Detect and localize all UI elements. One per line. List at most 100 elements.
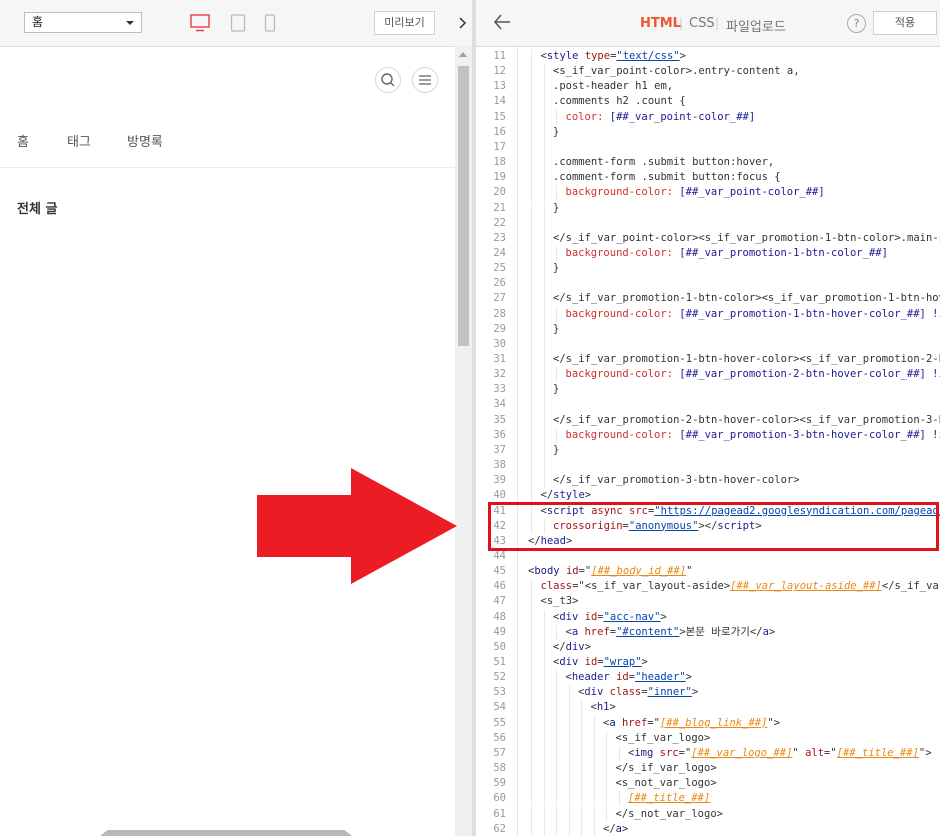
preview-button[interactable]: 미리보기 xyxy=(374,11,435,35)
code-line[interactable]: [##_title_##] xyxy=(628,791,710,806)
code-line[interactable]: } xyxy=(553,322,559,337)
code-line[interactable]: </s_if_var_promotion-2-btn-hover-color><… xyxy=(553,413,940,428)
apply-button[interactable]: 적용 xyxy=(873,11,937,35)
indent-guide xyxy=(543,609,545,625)
code-line[interactable]: <img src="[##_var_logo_##]" alt="[##_tit… xyxy=(628,746,932,761)
code-line[interactable]: .comment-form .submit button:focus { xyxy=(553,170,781,185)
code-line[interactable]: background-color: [##_var_point-color_##… xyxy=(566,185,825,200)
code-line[interactable]: </s_if_var_promotion-1-btn-color><s_if_v… xyxy=(553,291,940,306)
code-line[interactable]: <s_if_var_logo> xyxy=(616,731,711,746)
code-line[interactable]: } xyxy=(553,125,559,140)
indent-guide xyxy=(543,745,545,762)
search-button[interactable] xyxy=(375,67,401,93)
code-line[interactable]: <a href="[##_blog_link_##]"> xyxy=(603,716,780,731)
code-editor[interactable]: 11 12 13 14 15 16 17 18 19 20 21 22 23 24 25 26 27 28 29 30… xyxy=(476,47,940,836)
code-line[interactable]: } xyxy=(553,443,559,458)
scroll-up-icon[interactable] xyxy=(459,52,467,57)
code-line[interactable]: .post-header h1 em, xyxy=(553,79,673,94)
indent-guide xyxy=(556,821,557,836)
indent-guide xyxy=(531,473,532,489)
indent-guide xyxy=(531,245,532,262)
code-line[interactable]: </s_if_var_promotion-1-btn-hover-color><… xyxy=(553,352,940,367)
indent-guide xyxy=(543,655,545,671)
tab-file-upload[interactable]: 파일업로드 xyxy=(726,16,786,35)
code-line[interactable]: .comments h2 .count { xyxy=(553,94,686,109)
indent-guide xyxy=(531,806,532,822)
indent-guide xyxy=(556,306,557,322)
code-token: [##_var_promotion-2-btn-hover-color_##] … xyxy=(679,368,940,381)
line-number: 33 xyxy=(493,383,506,396)
indent-guide xyxy=(543,321,545,337)
tablet-icon[interactable] xyxy=(230,14,246,32)
horizontal-scrollbar-thumb[interactable] xyxy=(100,830,352,836)
code-line[interactable]: color: [##_var_point-color_##] xyxy=(566,110,756,125)
code-token: href xyxy=(621,716,648,729)
code-token: .comments h2 .count { xyxy=(553,95,686,108)
indent-guide xyxy=(531,776,532,792)
code-line[interactable]: </s_if_var_logo> xyxy=(616,761,717,776)
code-line[interactable]: <header id="header"> xyxy=(566,670,692,685)
back-arrow-icon[interactable] xyxy=(493,13,511,31)
code-line[interactable]: <h1> xyxy=(591,700,616,715)
code-line[interactable]: } xyxy=(553,201,559,216)
indent-guide xyxy=(531,382,532,398)
code-line[interactable]: <div class="inner"> xyxy=(578,685,698,700)
code-line[interactable]: <style type="text/css"> xyxy=(541,49,686,64)
code-token: </ xyxy=(540,489,554,502)
code-token: [##_title_##] xyxy=(836,746,919,759)
line-number: 48 xyxy=(493,610,506,623)
chevron-right-icon[interactable] xyxy=(458,16,468,30)
code-line[interactable]: <s_not_var_logo> xyxy=(616,776,717,791)
code-line[interactable]: class="<s_if_var_layout-aside>[##_var_la… xyxy=(541,579,940,594)
code-token: .comment-form .submit button:focus { xyxy=(553,171,781,184)
code-line[interactable]: <div id="wrap"> xyxy=(553,655,648,670)
code-line[interactable]: <s_t3> xyxy=(541,594,579,609)
code-line[interactable]: } xyxy=(553,382,559,397)
nav-guestbook[interactable]: 방명록 xyxy=(127,131,163,150)
code-line[interactable]: </s_if_var_promotion-3-btn-hover-color> xyxy=(553,473,800,488)
indent-guide xyxy=(556,776,557,792)
code-line[interactable]: <s_if_var_point-color>.entry-content a, xyxy=(553,64,800,79)
code-line[interactable]: </a> xyxy=(603,822,628,836)
indent-guide xyxy=(531,730,532,746)
indent-guide xyxy=(593,730,595,746)
scrollbar-thumb[interactable] xyxy=(458,66,469,346)
code-token: id xyxy=(584,656,598,668)
code-line[interactable]: </s_if_var_point-color><s_if_var_promoti… xyxy=(553,231,940,246)
line-number: 54 xyxy=(493,701,506,714)
indent-guide xyxy=(568,715,570,731)
code-line[interactable]: } xyxy=(553,261,559,276)
line-number: 60 xyxy=(493,792,506,805)
code-line[interactable]: <body id="[##_body_id_##]" xyxy=(528,564,692,579)
indent-guide xyxy=(543,245,545,262)
code-line[interactable]: </s_not_var_logo> xyxy=(616,807,723,822)
code-token: </s_if_var_ xyxy=(881,580,940,593)
line-number: 21 xyxy=(493,201,506,214)
indent-guide xyxy=(531,79,532,95)
code-line[interactable]: background-color: [##_var_promotion-1-bt… xyxy=(566,246,888,261)
code-line[interactable]: background-color: [##_var_promotion-1-bt… xyxy=(566,307,940,322)
mobile-icon[interactable] xyxy=(264,14,276,32)
code-token: "inner" xyxy=(647,686,692,699)
code-line[interactable]: <div id="acc-nav"> xyxy=(553,610,667,625)
page-select[interactable]: 홈 xyxy=(24,12,142,33)
indent-guide xyxy=(581,700,582,716)
menu-button[interactable] xyxy=(412,67,438,93)
nav-tag[interactable]: 태그 xyxy=(67,131,91,150)
code-token: "> xyxy=(918,746,932,759)
code-line[interactable]: </div> xyxy=(553,640,591,655)
help-button[interactable]: ? xyxy=(847,14,866,33)
code-token: </s_not_var_logo> xyxy=(615,807,723,820)
code-token: > xyxy=(768,625,776,638)
nav-home[interactable]: 홈 xyxy=(17,131,29,150)
code-line[interactable]: <a href="#content">본문 바로가기</a> xyxy=(566,625,776,640)
tab-css[interactable]: CSS xyxy=(689,16,715,31)
desktop-icon[interactable] xyxy=(190,14,210,32)
code-line[interactable]: background-color: [##_var_promotion-2-bt… xyxy=(566,367,940,382)
code-line[interactable]: .comment-form .submit button:hover, xyxy=(553,155,774,170)
preview-pane: 홈 태그 방명록 전체 글 xyxy=(0,0,455,836)
code-line[interactable]: background-color: [##_var_promotion-3-bt… xyxy=(566,428,940,443)
code-token: </s_if_var_promotion-2-btn-hover-color><… xyxy=(553,413,940,426)
tab-html[interactable]: HTML xyxy=(640,16,681,31)
line-number: 24 xyxy=(493,246,506,259)
